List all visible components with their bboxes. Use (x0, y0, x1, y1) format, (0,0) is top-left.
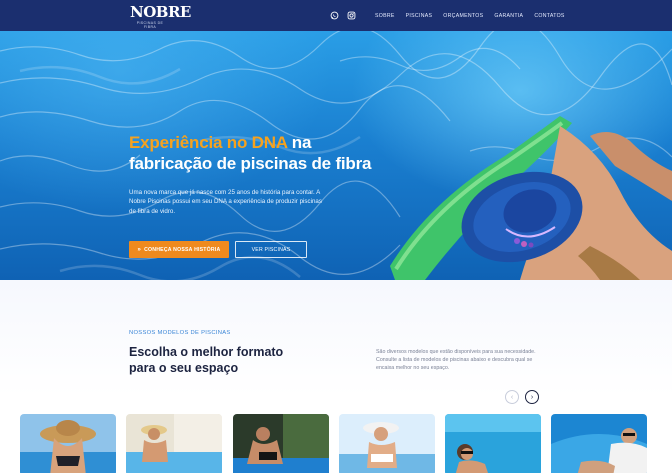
logo-tagline: PISCINAS DE FIBRA (136, 21, 164, 29)
site-header: NOBRE PISCINAS DE FIBRA SOBRE PISCINAS O… (0, 0, 672, 31)
section-eyebrow: NOSSOS MODELOS DE PISCINAS (129, 330, 231, 336)
whatsapp-icon[interactable] (330, 11, 339, 20)
pool-model-card[interactable] (233, 414, 329, 473)
pool-model-photo (445, 414, 541, 473)
pool-model-photo (551, 414, 647, 473)
pool-models-section: NOSSOS MODELOS DE PISCINAS Escolha o mel… (0, 280, 672, 473)
hero-headline-accent: Experiência no DNA (129, 133, 288, 152)
pool-model-photo (233, 414, 329, 473)
section-title: Escolha o melhor formato para o seu espa… (129, 344, 329, 376)
pool-model-card[interactable] (126, 414, 222, 473)
pool-model-card[interactable] (445, 414, 541, 473)
main-nav: SOBRE PISCINAS ORÇAMENTOS GARANTIA CONTA… (330, 0, 565, 31)
pool-model-card[interactable] (20, 414, 116, 473)
pool-model-photo (339, 414, 435, 473)
nav-orcamentos[interactable]: ORÇAMENTOS (443, 13, 483, 19)
see-pools-label: VER PISCINAS (251, 246, 291, 253)
nav-contatos[interactable]: CONTATOS (534, 13, 564, 19)
section-title-line-2: para o seu espaço (129, 361, 239, 375)
section-title-line-1: Escolha o melhor formato (129, 345, 284, 359)
see-pools-button[interactable]: VER PISCINAS (235, 241, 307, 258)
pool-model-card[interactable] (339, 414, 435, 473)
nobre-logo[interactable]: NOBRE PISCINAS DE FIBRA (130, 3, 191, 30)
hero-headline-line-2: fabricação de piscinas de fibra (129, 154, 372, 173)
pool-model-photo (126, 414, 222, 473)
know-our-history-button[interactable]: » CONHEÇA NOSSA HISTÓRIA (129, 241, 229, 258)
logo-wordmark: NOBRE (130, 3, 191, 21)
carousel-prev-button[interactable]: ‹ (505, 390, 519, 404)
instagram-icon[interactable] (347, 11, 356, 20)
nav-garantia[interactable]: GARANTIA (494, 13, 523, 19)
pool-model-card[interactable] (551, 414, 647, 473)
carousel-next-button[interactable]: › (525, 390, 539, 404)
know-our-history-label: CONHEÇA NOSSA HISTÓRIA (144, 246, 221, 253)
section-description: São diversos modelos que estão disponíve… (376, 349, 536, 372)
hero-headline-part: na (287, 133, 312, 152)
nav-piscinas[interactable]: PISCINAS (406, 13, 433, 19)
double-arrow-icon: » (137, 246, 142, 253)
hero-headline: Experiência no DNA na fabricação de pisc… (129, 132, 419, 174)
hero-banner: Experiência no DNA na fabricação de pisc… (0, 31, 672, 280)
chevron-right-icon: › (530, 393, 534, 401)
pool-model-photo (20, 414, 116, 473)
chevron-left-icon: ‹ (510, 393, 514, 401)
nav-sobre[interactable]: SOBRE (375, 13, 395, 19)
hero-description: Uma nova marca que já nasce com 25 anos … (129, 189, 322, 215)
pool-model-carousel (20, 414, 672, 473)
